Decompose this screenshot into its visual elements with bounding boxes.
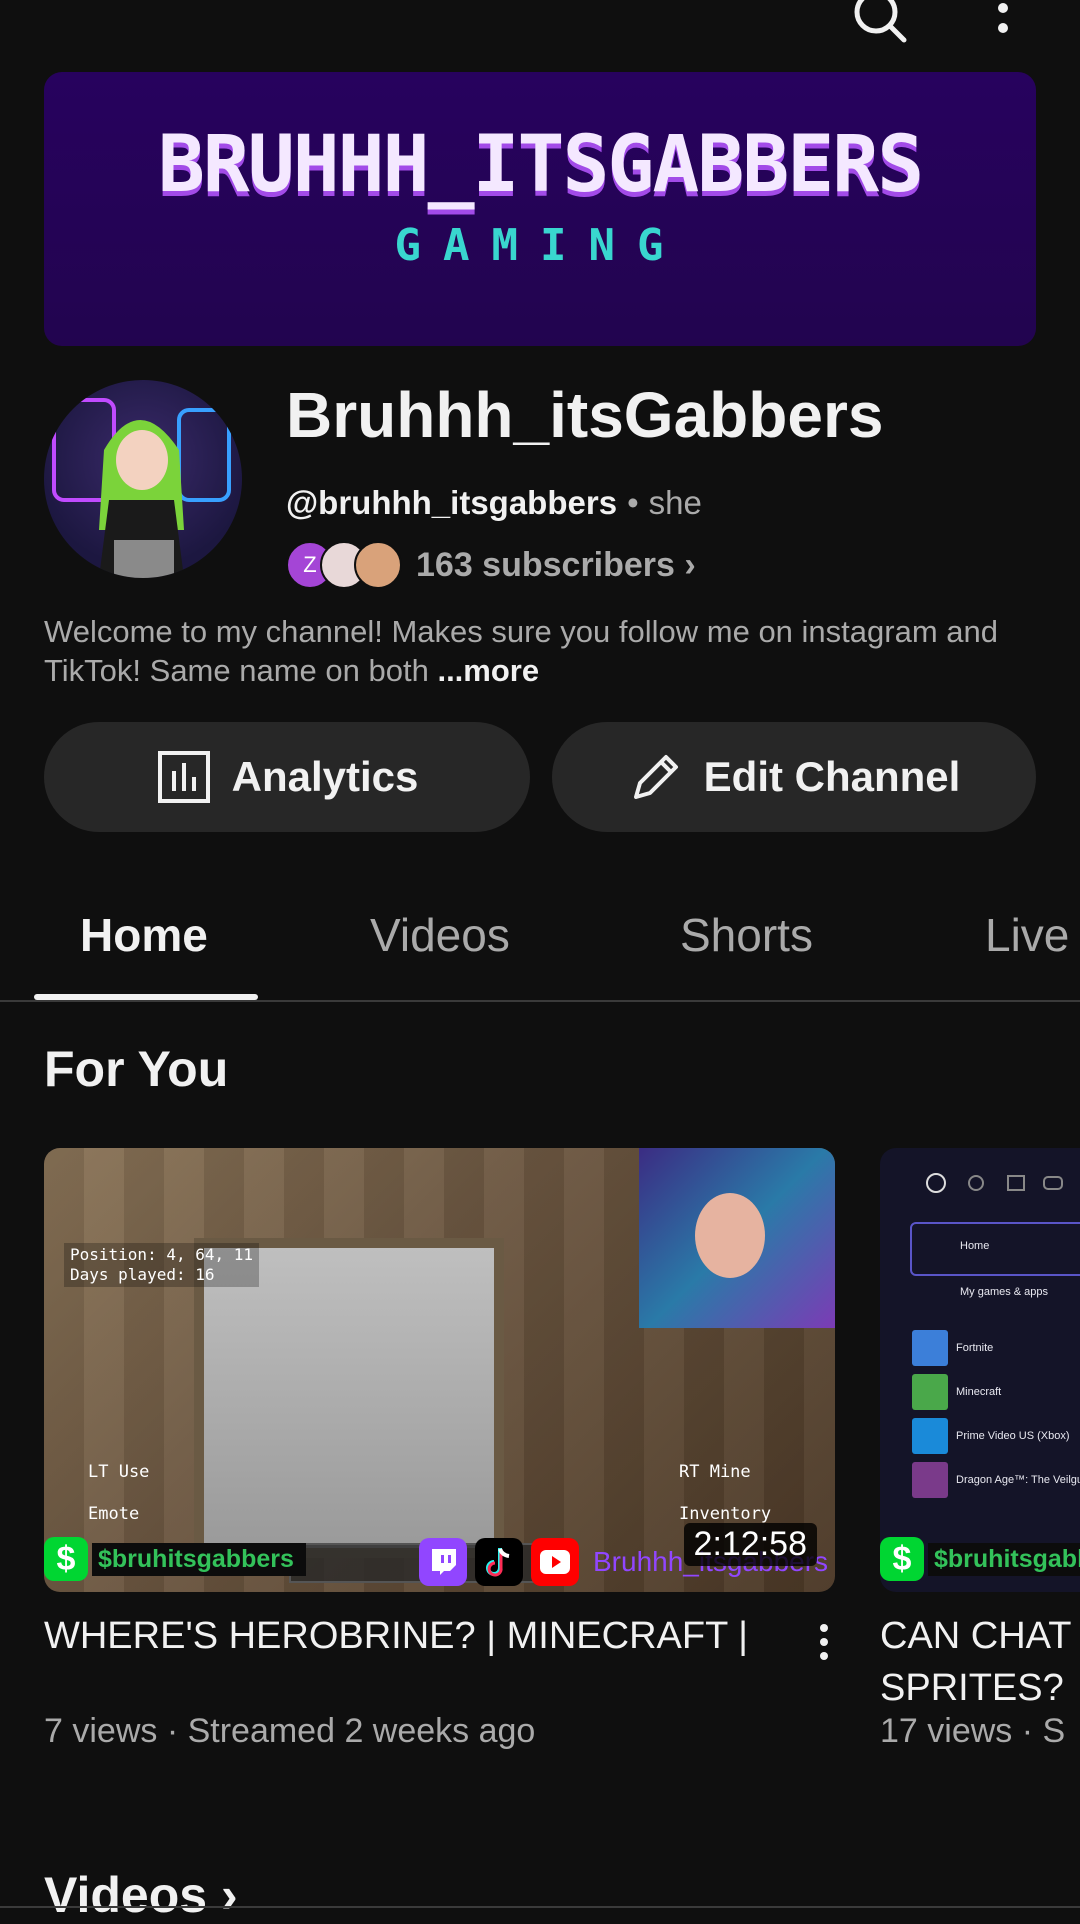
channel-tabs: Home Videos Shorts Live [0,900,1080,1000]
xbox-menu-home: Home [960,1240,990,1252]
edit-channel-button[interactable]: Edit Channel [552,722,1036,832]
twitch-icon [419,1538,467,1586]
analytics-icon [157,751,210,803]
cashtag-text: $bruhitsgabl [928,1542,1080,1576]
subscribers-row[interactable]: Z 163 subscribers › [286,540,696,590]
bottom-divider [0,1906,1080,1908]
video-title-line: SPRITES? [880,1667,1064,1709]
chevron-right-icon: › [220,1867,238,1923]
video-title[interactable]: WHERE'S HEROBRINE? | MINECRAFT | [44,1610,784,1662]
video-menu-button[interactable] [814,1622,834,1662]
cashapp-icon: $ [44,1537,88,1581]
tab-home[interactable]: Home [80,908,208,962]
subscriber-count-text: 163 subscribers [416,545,675,584]
tab-live[interactable]: Live [985,908,1069,962]
banner-title: BRUHHH_ITSGABBERS [157,120,924,210]
cashapp-icon: $ [880,1537,924,1581]
control-hint: Emote [88,1504,140,1524]
analytics-button[interactable]: Analytics [44,722,530,832]
tabs-divider [0,1000,1080,1002]
channel-banner: BRUHHH_ITSGABBERS GAMING [44,72,1036,346]
description-more-link[interactable]: ...more [437,653,539,688]
game-tile [912,1374,948,1410]
vertical-dots-icon [998,3,1008,33]
game-hud: Position: 4, 64, 11 Days played: 16 [64,1243,260,1287]
webcam-overlay [639,1148,835,1328]
separator-dot: • [627,484,639,521]
control-hint: LT Use [88,1462,150,1482]
game-name: Fortnite [956,1342,994,1354]
game-tile [912,1418,948,1454]
banner-subtitle: GAMING [394,220,686,271]
game-name: Dragon Age™: The Veilguard [956,1474,1080,1486]
tab-videos[interactable]: Videos [370,908,510,962]
pencil-icon [633,755,678,799]
xbox-nav-icons [926,1173,1063,1193]
channel-name: Bruhhh_itsGabbers [286,379,884,451]
game-tile [912,1330,948,1366]
section-title: For You [44,1041,229,1097]
video-thumbnail[interactable]: Home My games & apps Fortnite Minecraft … [880,1148,1080,1592]
cashtag-text: $bruhitsgabbers [92,1542,306,1576]
videos-section-title: Videos [44,1867,208,1923]
hud-days: Days played: 16 [70,1265,215,1284]
video-meta: 7 views · Streamed 2 weeks ago [44,1712,536,1750]
vertical-dots-icon [820,1624,828,1660]
video-duration: 2:12:58 [683,1523,817,1566]
search-button[interactable] [850,0,910,46]
subscriber-avatar [354,541,402,589]
chevron-right-icon: › [684,545,696,584]
video-meta: 17 views · S [880,1712,1066,1750]
channel-description[interactable]: Welcome to my channel! Makes sure you fo… [44,612,1034,690]
edit-channel-label: Edit Channel [703,753,961,800]
cashapp-tag: $ $bruhitsgabbers [44,1536,306,1582]
game-name: Prime Video US (Xbox) [956,1430,1070,1442]
channel-handle: @bruhhh_itsgabbers [286,484,618,521]
control-hint: Inventory [679,1504,772,1524]
hud-position: Position: 4, 64, 11 [70,1245,254,1264]
subscriber-count: 163 subscribers › [416,546,696,585]
xbox-menu-games: My games & apps [960,1286,1049,1298]
control-hint: RT Mine [679,1462,751,1482]
avatar-illustration [52,398,231,578]
video-title[interactable]: CAN CHAT SPRITES? [880,1610,1071,1714]
video-thumbnail[interactable]: Position: 4, 64, 11 Days played: 16 LT U… [44,1148,835,1592]
streamer-face-graphic [695,1193,765,1278]
channel-handle-line: @bruhhh_itsgabbers • she [286,484,702,522]
tab-shorts[interactable]: Shorts [680,908,813,962]
more-options-button[interactable] [985,0,1021,46]
videos-section-header[interactable]: Videos › [44,1866,238,1924]
channel-pronouns: she [648,484,702,521]
tiktok-icon [475,1538,523,1586]
game-name: Minecraft [956,1386,1002,1398]
search-icon [854,0,907,43]
cashapp-tag: $ $bruhitsgabl [880,1536,1080,1582]
video-title-line: CAN CHAT [880,1615,1072,1657]
channel-avatar[interactable] [44,380,242,578]
game-tile [912,1462,948,1498]
analytics-label: Analytics [231,753,419,800]
xbox-home-panel [910,1222,1080,1276]
youtube-icon [531,1538,579,1586]
